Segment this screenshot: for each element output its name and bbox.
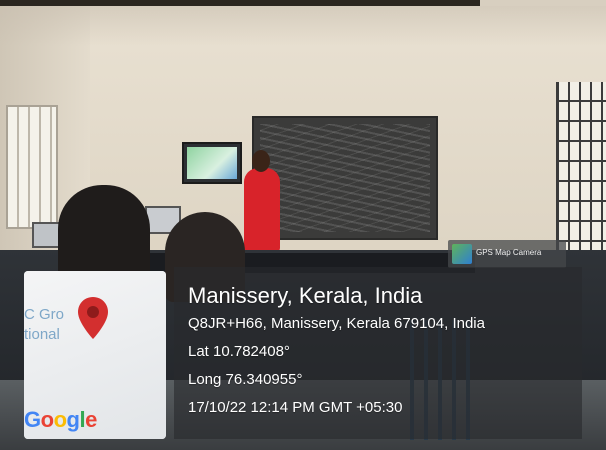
presenter <box>244 150 280 252</box>
left-window <box>6 105 58 229</box>
timestamp: 17/10/22 12:14 PM GMT +05:30 <box>188 399 403 416</box>
map-place-label: tional <box>24 326 60 343</box>
google-logo: Google <box>24 407 97 432</box>
location-address: Q8JR+H66, Manissery, Kerala 679104, Indi… <box>188 315 485 332</box>
gps-badge-label: GPS Map Camera <box>476 248 542 257</box>
tv-screen <box>187 147 237 179</box>
longitude: Long 76.340955° <box>188 371 303 388</box>
gps-map-camera-badge: GPS Map Camera <box>448 240 566 268</box>
map-place-label: C Gro <box>24 306 65 323</box>
presenter-head <box>252 150 270 172</box>
map-pin-icon <box>78 297 108 339</box>
ceiling-shade <box>0 6 606 46</box>
gps-map-camera-icon <box>452 244 472 264</box>
wall-tv <box>182 142 242 184</box>
chalk-writing <box>260 124 430 232</box>
map-thumbnail: C Gro tional Google <box>24 271 166 439</box>
geotag-overlay: C Gro tional Google Manissery, Kerala, I… <box>24 265 582 445</box>
location-title: Manissery, Kerala, India <box>188 283 423 308</box>
latitude: Lat 10.782408° <box>188 343 290 360</box>
